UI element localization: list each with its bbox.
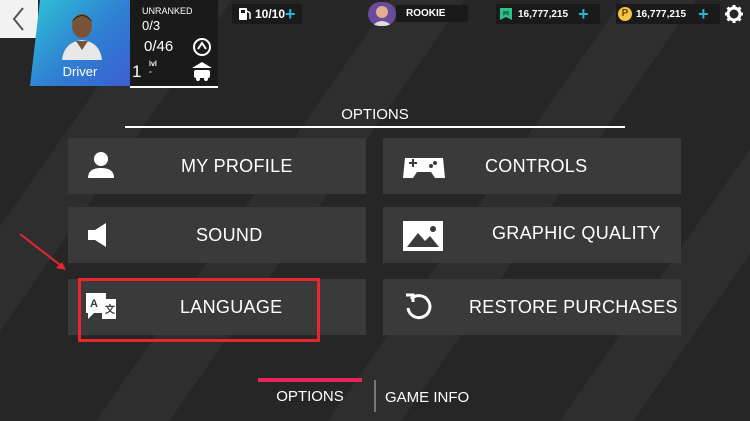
xp-progress: 0/46 [144, 38, 174, 55]
restore-icon [406, 293, 432, 320]
gems-value: 16,777,215 [518, 8, 569, 20]
chevron-left-icon [12, 7, 24, 31]
level-unit: lvl [149, 61, 157, 68]
coins-counter: P 16,777,215 + [616, 4, 720, 24]
add-gems-button[interactable]: + [578, 5, 589, 23]
graphic-quality-button[interactable]: GRAPHIC QUALITY [383, 207, 681, 263]
garage-icon[interactable] [190, 60, 214, 82]
tab-game-info[interactable]: GAME INFO [385, 389, 469, 406]
club-avatar [368, 2, 396, 26]
fuel-value: 10/10 [255, 7, 286, 21]
gems-counter: 16,777,215 + [496, 4, 600, 24]
sound-label: SOUND [196, 225, 263, 245]
gear-icon[interactable] [724, 4, 744, 24]
fuel-icon [239, 8, 251, 20]
level-dot: ° [149, 71, 152, 78]
player-name: Driver [62, 64, 98, 79]
add-fuel-button[interactable]: + [285, 5, 296, 23]
coins-value: 16,777,215 [636, 8, 687, 20]
controls-label: CONTROLS [485, 156, 588, 176]
club-name: ROOKIE [396, 5, 468, 22]
language-highlight-box [78, 278, 320, 342]
club-avatar-image [372, 6, 392, 26]
sound-button[interactable]: SOUND [68, 207, 366, 263]
tab-divider [374, 380, 376, 412]
controls-button[interactable]: CONTROLS [383, 138, 681, 194]
page-title: OPTIONS [341, 106, 409, 123]
my-profile-button[interactable]: MY PROFILE [68, 138, 366, 194]
restore-purchases-label: RESTORE PURCHASES [469, 297, 678, 317]
back-button[interactable] [0, 0, 38, 38]
tab-options-label: OPTIONS [276, 388, 344, 405]
pointer-arrow-icon [19, 233, 66, 270]
user-icon [88, 152, 114, 178]
rank-label: UNRANKED [142, 6, 193, 16]
speaker-icon [88, 223, 106, 247]
fuel-counter: 10/10 + [232, 4, 302, 24]
coin-icon: P [618, 7, 632, 21]
add-coins-button[interactable]: + [698, 5, 709, 23]
tab-options[interactable]: OPTIONS [258, 378, 362, 414]
graphic-quality-label: GRAPHIC QUALITY [492, 223, 661, 243]
active-tab-indicator [258, 378, 362, 382]
my-profile-label: MY PROFILE [181, 156, 293, 176]
level-value: 1 [132, 62, 142, 81]
gem-icon [500, 8, 512, 20]
gamepad-icon [403, 158, 445, 178]
restore-purchases-button[interactable]: RESTORE PURCHASES [383, 279, 681, 335]
avatar [62, 14, 102, 60]
xp-icon [193, 38, 211, 56]
rank-progress: 0/3 [142, 18, 161, 33]
title-divider [125, 126, 625, 128]
image-icon [403, 221, 443, 251]
